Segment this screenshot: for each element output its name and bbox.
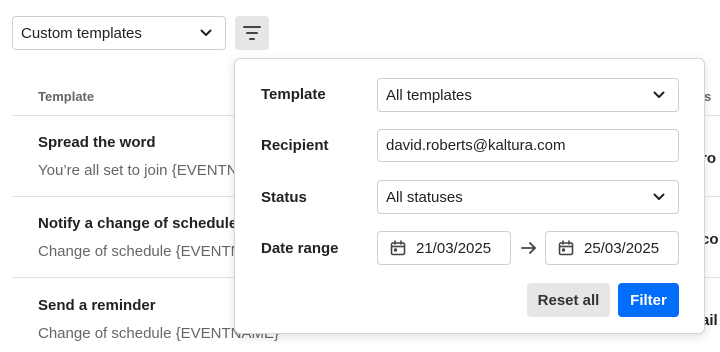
table-row-title[interactable]: Spread the word — [38, 134, 156, 151]
table-row-subtitle: Change of schedule {EVENTN — [38, 243, 242, 260]
template-type-select[interactable]: Custom templates — [12, 16, 226, 50]
date-to-value: 25/03/2025 — [584, 239, 660, 257]
calendar-icon — [558, 240, 574, 256]
chevron-down-icon — [652, 190, 666, 204]
table-row-title[interactable]: Notify a change of schedule — [38, 215, 237, 232]
filter-lines-icon — [243, 26, 261, 40]
column-header-template: Template — [38, 89, 95, 104]
template-type-select-value: Custom templates — [21, 24, 142, 42]
apply-filter-button[interactable]: Filter — [618, 283, 679, 317]
template-filter-label: Template — [261, 86, 326, 103]
recipient-filter-label: Recipient — [261, 137, 329, 154]
reset-all-button[interactable]: Reset all — [527, 283, 610, 317]
date-range-label: Date range — [261, 240, 339, 257]
filter-toggle-button[interactable] — [235, 16, 269, 50]
date-to-picker[interactable]: 25/03/2025 — [545, 231, 679, 265]
arrow-right-icon — [521, 242, 536, 254]
template-filter-select[interactable]: All templates — [377, 78, 679, 112]
chevron-down-icon — [652, 88, 666, 102]
status-filter-label: Status — [261, 189, 307, 206]
date-from-picker[interactable]: 21/03/2025 — [377, 231, 511, 265]
recipient-input[interactable] — [377, 129, 679, 162]
table-row-subtitle: You’re all set to join {EVENTNA — [38, 162, 248, 179]
date-from-value: 21/03/2025 — [416, 239, 492, 257]
template-filter-value: All templates — [386, 86, 472, 104]
status-filter-value: All statuses — [386, 188, 463, 206]
calendar-icon — [390, 240, 406, 256]
chevron-down-icon — [199, 26, 213, 40]
filter-panel: Template All templates Recipient Status … — [234, 58, 705, 334]
status-filter-select[interactable]: All statuses — [377, 180, 679, 214]
table-row-title[interactable]: Send a reminder — [38, 297, 156, 314]
